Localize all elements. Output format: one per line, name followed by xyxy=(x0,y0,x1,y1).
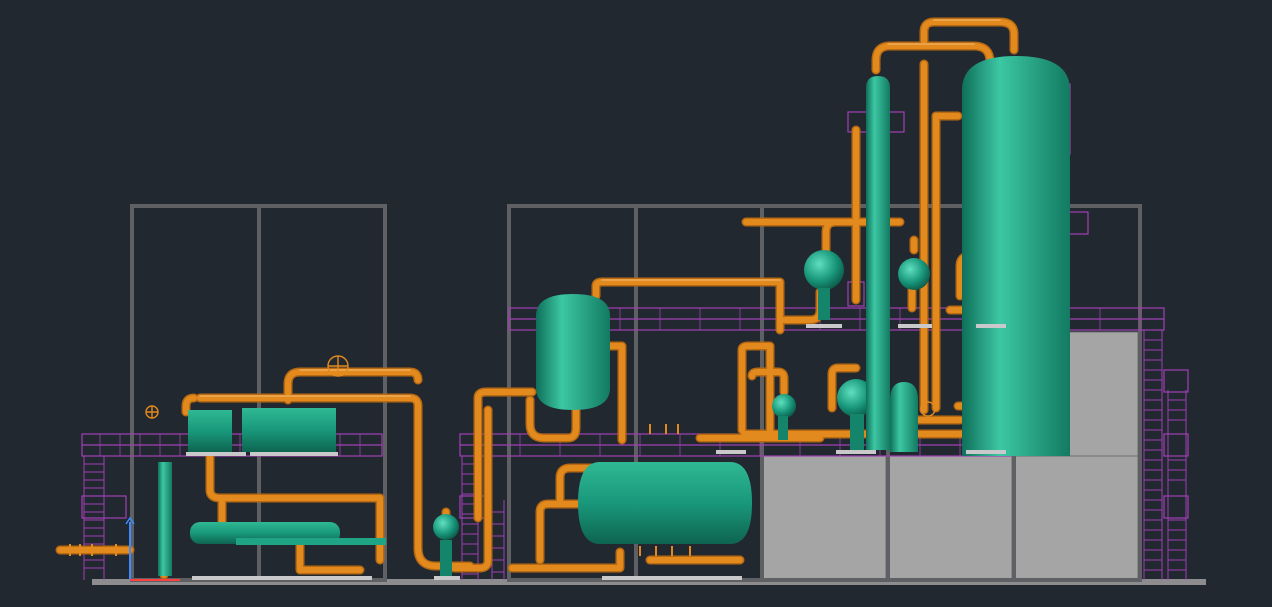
stripping-column xyxy=(866,76,890,450)
cad-viewport[interactable] xyxy=(0,0,1272,607)
main-distillation-column xyxy=(962,56,1070,456)
small-column xyxy=(890,382,918,452)
pump-skid-a xyxy=(188,410,232,452)
vertical-exchanger xyxy=(158,462,172,576)
pump-skid-b xyxy=(242,408,336,452)
reflux-drum-vertical xyxy=(536,294,610,410)
feed-pump xyxy=(433,514,459,540)
horizontal-storage-drum xyxy=(578,462,752,544)
sphere-vessel-4 xyxy=(772,394,796,418)
plant-3d-model xyxy=(55,17,1206,585)
sphere-vessel-2 xyxy=(898,258,930,290)
sphere-vessel-1 xyxy=(804,250,844,290)
